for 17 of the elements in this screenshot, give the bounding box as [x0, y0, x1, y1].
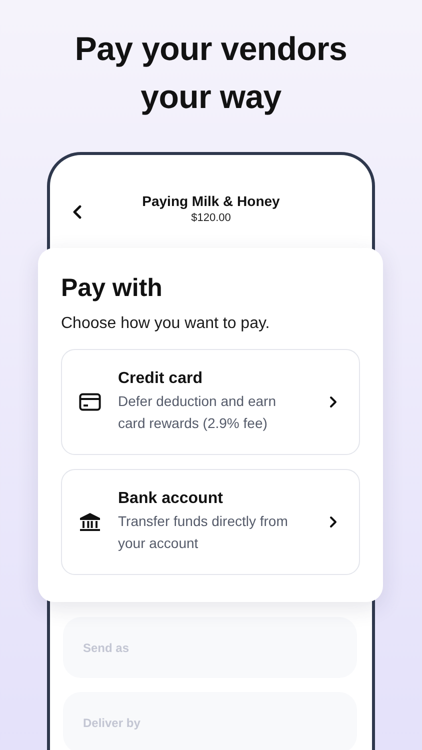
payment-option[interactable]: Bank account Transfer funds directly from your account [61, 469, 360, 575]
headline: Pay your vendors [74, 29, 348, 69]
option-title: Credit card [118, 370, 204, 388]
credit-card-icon [79, 393, 101, 411]
back-icon[interactable] [72, 205, 82, 219]
option-description: Defer deduction and earn card rewards (2.9% fee) [118, 392, 277, 433]
sheet-subtitle: Choose how you want to pay. [61, 315, 271, 333]
headline: your way [140, 77, 282, 117]
payment-option[interactable]: Credit card Defer deduction and earn card rewards (2.9% fee) [61, 349, 360, 455]
amount: $120.00 [191, 212, 231, 224]
option-description: Transfer funds directly from your account [118, 512, 289, 553]
bank-icon [79, 512, 101, 532]
chevron-right-icon [329, 516, 337, 528]
chevron-right-icon [329, 396, 337, 408]
option-title: Bank account [118, 490, 224, 508]
payee-title: Paying Milk & Honey [142, 193, 280, 209]
sheet-title: Pay with [61, 273, 164, 303]
